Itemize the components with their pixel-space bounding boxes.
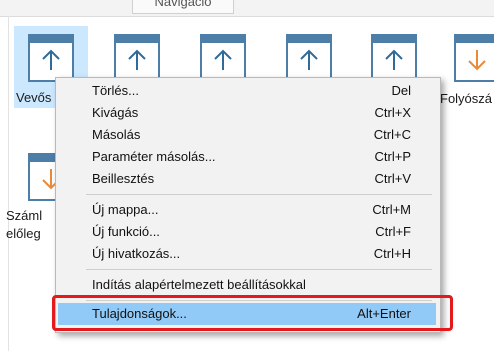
menu-item-label: Másolás xyxy=(92,127,141,142)
menu-item-new-shortcut[interactable]: Új hivatkozás... Ctrl+H xyxy=(58,243,436,265)
menu-separator xyxy=(86,194,432,195)
menu-item-label: Új hivatkozás... xyxy=(92,246,181,261)
menu-item-shortcut: Ctrl+V xyxy=(374,171,411,186)
menu-item-label: Beillesztés xyxy=(92,171,155,186)
menu-item-shortcut: Ctrl+P xyxy=(374,149,411,164)
menu-item-shortcut: Ctrl+H xyxy=(373,246,411,261)
menu-item-start-defaults[interactable]: Indítás alapértelmezett beállításokkal xyxy=(58,274,436,296)
item-label: Folyószá xyxy=(440,91,493,106)
menu-item-cut[interactable]: Kivágás Ctrl+X xyxy=(58,102,436,124)
function-icon xyxy=(371,34,417,82)
menu-item-delete[interactable]: Törlés... Del xyxy=(58,80,436,102)
function-icon xyxy=(200,34,246,82)
function-icon xyxy=(286,34,332,82)
function-icon xyxy=(454,34,494,82)
menu-item-label: Paraméter másolás... xyxy=(92,149,216,164)
menu-item-label: Új mappa... xyxy=(92,202,159,217)
menu-item-label: Kivágás xyxy=(92,105,139,120)
annotation-highlight-box xyxy=(52,295,453,331)
menu-item-shortcut: Ctrl+X xyxy=(374,105,411,120)
divider xyxy=(8,16,9,351)
menu-item-new-function[interactable]: Új funkció... Ctrl+F xyxy=(58,221,436,243)
menu-item-shortcut: Ctrl+M xyxy=(372,202,411,217)
folder-item-folyoszamla[interactable]: Folyószá xyxy=(440,26,494,108)
menu-item-shortcut: Ctrl+C xyxy=(373,127,411,142)
menu-item-label: Új funkció... xyxy=(92,224,160,239)
menu-item-paste[interactable]: Beillesztés Ctrl+V xyxy=(58,168,436,190)
function-icon xyxy=(114,34,160,82)
menu-separator xyxy=(86,269,432,270)
menu-item-label: Törlés... xyxy=(92,83,139,98)
menu-item-copy[interactable]: Másolás Ctrl+C xyxy=(58,124,436,146)
menu-item-shortcut: Del xyxy=(391,83,411,98)
menu-item-shortcut: Ctrl+F xyxy=(375,224,411,239)
tab-navigation[interactable]: Navigáció xyxy=(132,0,234,14)
menu-item-new-folder[interactable]: Új mappa... Ctrl+M xyxy=(58,199,436,221)
top-toolbar: Navigáció xyxy=(0,0,494,17)
menu-item-label: Indítás alapértelmezett beállításokkal xyxy=(92,277,306,292)
menu-item-copy-parameters[interactable]: Paraméter másolás... Ctrl+P xyxy=(58,146,436,168)
function-icon xyxy=(28,34,74,82)
